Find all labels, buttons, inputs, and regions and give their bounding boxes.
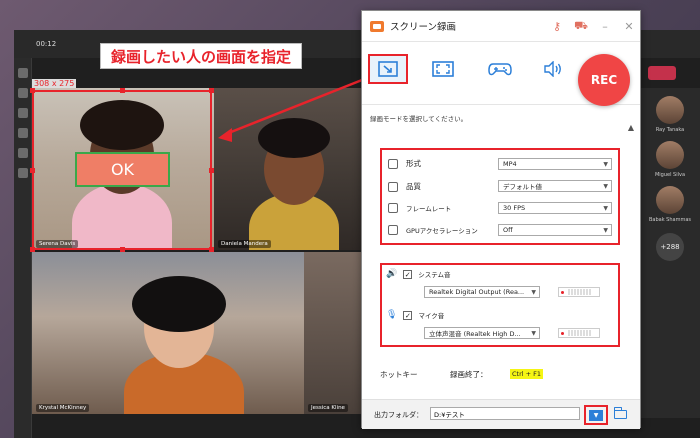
gamepad-icon [488,63,512,76]
participant-name: Babak Shammas [648,217,692,223]
mic-level-meter [558,328,600,338]
resize-handle[interactable] [209,247,214,252]
participant-name: Jessica Kline [308,404,348,412]
files-icon[interactable] [18,168,28,178]
avatar[interactable] [656,141,684,169]
format-label: 形式 [406,159,421,168]
resize-handle[interactable] [209,168,214,173]
close-icon[interactable]: ✕ [622,20,636,33]
quality-icon [388,181,398,192]
mode-game-button[interactable] [480,54,520,84]
mode-fullscreen-button[interactable] [423,54,463,84]
instruction-callout: 録画したい人の画面を指定 [100,43,303,69]
minimize-icon[interactable]: – [598,20,612,33]
rec-button[interactable]: REC [578,54,630,106]
resize-handle[interactable] [30,88,35,93]
audio-icon [544,61,561,77]
gpu-select[interactable]: Off ▼ [498,224,612,236]
recorder-title-bar: スクリーン録画 ⚷ ⛟ – ✕ [362,11,640,41]
system-audio-label: システム音 [418,271,451,279]
system-audio-device-select[interactable]: Realtek Digital Output (Rea... ▼ [424,286,540,298]
speaker-icon: 🔊 [386,269,398,279]
chevron-down-icon: ▼ [603,227,608,234]
chevron-down-icon: ▼ [589,409,603,421]
format-select[interactable]: MP4 ▼ [498,158,612,170]
output-folder-row: 出力フォルダ： D:¥テスト ▼ [362,399,640,429]
key-icon[interactable]: ⚷ [550,20,564,33]
participant-sidebar: Ray Tanaka Miguel Silva Babak Shammas +2… [640,88,700,418]
chat-icon[interactable] [18,88,28,98]
participant-name: Krystal McKinney [36,404,90,412]
more-participants-badge[interactable]: +288 [656,233,684,261]
chevron-down-icon: ▼ [603,161,608,168]
mode-toolbar: REC [362,41,640,106]
hotkey-value[interactable]: Ctrl + F1 [510,369,544,379]
app-logo-icon [370,20,384,32]
audio-settings-panel: 🔊 ✓ システム音 Realtek Digital Output (Rea...… [380,263,620,347]
mic-device-select[interactable]: 立体声混音 (Realtek High D... ▼ [424,327,540,339]
microphone-icon: 🎙 [386,310,398,320]
chevron-down-icon: ▼ [603,183,608,190]
system-audio-level-meter [558,287,600,297]
chevron-down-icon: ▼ [603,205,608,212]
chevron-down-icon: ▼ [531,289,536,296]
resize-handle[interactable] [30,168,35,173]
teams-icon[interactable] [18,108,28,118]
window-title: スクリーン録画 [390,22,457,33]
video-settings-panel: 形式 MP4 ▼ 品質 デフォルト値 ▼ フレームレート 30 FPS ▼ GPUアク… [380,148,620,245]
framerate-select[interactable]: 30 FPS ▼ [498,202,612,214]
collapse-icon[interactable]: ▲ [628,123,634,132]
screen-region-icon [378,61,398,77]
output-folder-input[interactable]: D:¥テスト [430,407,580,420]
mode-audio-button[interactable] [534,54,574,84]
hotkey-label: ホットキー [380,370,418,379]
selection-size-label: 308 x 275 [32,79,77,88]
ok-button[interactable]: OK [75,152,170,187]
leave-call-button[interactable] [648,66,676,80]
activity-icon[interactable] [18,68,28,78]
output-folder-label: 出力フォルダ： [374,411,423,419]
participant-tile[interactable]: Jessica Kline [304,252,362,414]
meeting-timer: 00:12 [36,40,57,48]
system-audio-checkbox[interactable]: ✓ [403,269,413,279]
calls-icon[interactable] [18,148,28,158]
avatar[interactable] [656,186,684,214]
screen-recorder-window: スクリーン録画 ⚷ ⛟ – ✕ REC 録画モードを選択してください。 ▲ 形式… [361,10,641,429]
cart-icon[interactable]: ⛟ [574,19,588,34]
calendar-icon[interactable] [18,128,28,138]
participant-tile[interactable]: Daniela Mandera [214,88,362,250]
participant-name: Miguel Silva [654,172,686,178]
mic-audio-checkbox[interactable]: ✓ [403,310,413,320]
output-folder-dropdown-button[interactable]: ▼ [584,405,608,425]
open-folder-icon[interactable] [614,407,627,419]
gpu-icon [388,225,398,235]
mode-region-button[interactable] [368,54,408,84]
participant-name: Daniela Mandera [218,240,271,248]
gpu-label: GPUアクセラレーション [406,227,478,235]
hotkey-action-label: 録画終了： [450,370,488,379]
resize-handle[interactable] [120,247,125,252]
resize-handle[interactable] [120,88,125,93]
gear-icon [388,158,398,169]
fullscreen-icon [432,61,454,77]
participant-name: Ray Tanaka [655,127,685,133]
quality-select[interactable]: デフォルト値 ▼ [498,180,612,192]
mode-hint: 録画モードを選択してください。 [370,115,468,123]
resize-handle[interactable] [30,247,35,252]
avatar[interactable] [656,96,684,124]
framerate-icon [388,203,398,213]
resize-handle[interactable] [209,88,214,93]
chevron-down-icon: ▼ [531,330,536,337]
quality-label: 品質 [406,182,421,191]
framerate-label: フレームレート [406,205,452,213]
participant-tile[interactable]: Krystal McKinney [32,252,304,414]
mic-audio-label: マイク音 [418,312,445,320]
